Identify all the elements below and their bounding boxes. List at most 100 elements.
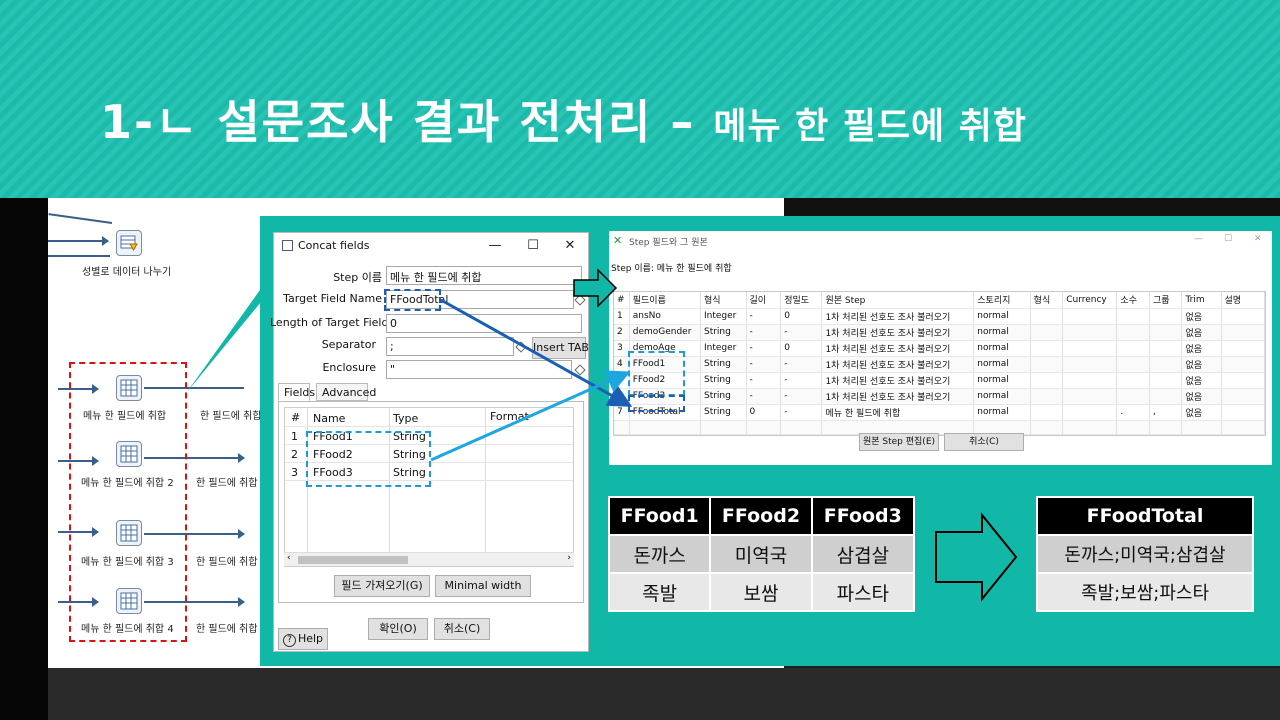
table-header-cell[interactable]: 형식	[700, 292, 747, 309]
table-header-row: # 필드이름 형식 길이 정밀도 원본 Step 스토리지 형식 Currency 소수 그룹 Tri…	[614, 292, 1266, 309]
tab-fields[interactable]: Fields	[278, 383, 315, 401]
table-cell	[1030, 324, 1064, 341]
insert-tab-button[interactable]: Insert TAB	[532, 337, 589, 359]
get-fields-button[interactable]: 필드 가져오기(G)	[334, 575, 430, 597]
step-name-input[interactable]: 메뉴 한 필드에 취합	[386, 266, 582, 285]
maximize-icon[interactable]: ☐	[1224, 234, 1232, 244]
table-cell: 없음	[1181, 372, 1222, 389]
scroll-left-icon[interactable]: ‹	[287, 553, 291, 563]
edit-source-step-button[interactable]: 원본 Step 편집(E)	[859, 433, 939, 451]
table-cell: 0	[746, 404, 782, 421]
grid-header: Name	[313, 412, 346, 425]
table-row[interactable]: 7 FFoodTotal String 0- 메뉴 한 필드에 취합 normal., 없음	[614, 404, 1266, 421]
help-button[interactable]: ? Help	[278, 628, 328, 650]
table-cell: normal	[973, 388, 1031, 405]
grid-row-num: 3	[291, 466, 298, 479]
table-cell	[1149, 356, 1183, 373]
table-header-cell[interactable]: 소수	[1116, 292, 1150, 309]
table-header-cell[interactable]: 필드이름	[629, 292, 701, 309]
table-cell: -	[780, 388, 823, 405]
table-cell: 1	[614, 308, 630, 325]
table-cell: String	[700, 324, 747, 341]
maximize-icon[interactable]: ☐	[524, 237, 542, 255]
table-cell	[1030, 308, 1064, 325]
after-table: FFoodTotal 돈까스;미역국;삼겹살 족발;보쌈;파스타	[1036, 496, 1254, 612]
scroll-right-icon[interactable]: ›	[567, 553, 571, 563]
table-cell: -	[780, 404, 823, 421]
minimize-icon[interactable]: —	[1194, 234, 1203, 244]
length-input[interactable]: 0	[386, 314, 582, 333]
grid-header: #	[291, 411, 301, 424]
table-cell: 1차 처리된 선호도 조사 불러오기	[821, 372, 975, 389]
after-cell: 족발;보쌈;파스타	[1036, 572, 1254, 612]
table-header-cell[interactable]: Currency	[1062, 292, 1118, 309]
dialog-title: Concat fields	[298, 239, 370, 252]
enclosure-input[interactable]: "	[386, 360, 572, 379]
table-header-cell[interactable]: #	[614, 292, 630, 309]
table-cell: 6	[614, 388, 630, 405]
table-cell: 없음	[1181, 404, 1222, 421]
table-row[interactable]: 6 FFood3 String - -1차 처리된 선호도 조사 불러오기 normal 없…	[614, 388, 1266, 405]
table-body: 1 ansNo Integer -0 1차 처리된 선호도 조사 불러오기 normal 없…	[614, 308, 1266, 435]
close-icon[interactable]: ✕	[561, 237, 579, 255]
table-cell: normal	[973, 340, 1031, 357]
switch-case-step-icon[interactable]	[116, 230, 142, 256]
variable-icon	[574, 364, 586, 376]
table-header-cell[interactable]: 정밀도	[780, 292, 823, 309]
table-cell: -	[746, 308, 782, 325]
slide-title: 1-ㄴ 설문조사 결과 전처리 – 메뉴 한 필드에 취합	[100, 86, 1027, 152]
table-row[interactable]: 4 FFood1 String - -1차 처리된 선호도 조사 불러오기 normal 없…	[614, 356, 1266, 373]
table-header-cell[interactable]: Trim	[1181, 292, 1222, 309]
scrollbar-thumb[interactable]	[298, 556, 408, 564]
grid-header: Format	[490, 410, 529, 423]
tab-advanced[interactable]: Advanced	[316, 383, 376, 401]
table-cell	[1221, 404, 1266, 421]
table-cell	[1221, 388, 1266, 405]
after-header: FFoodTotal	[1036, 496, 1254, 536]
hop-line	[48, 255, 110, 257]
table-cell: 없음	[1181, 324, 1222, 341]
table-cell	[1062, 404, 1118, 421]
table-cell	[1149, 308, 1183, 325]
table-cell: -	[746, 372, 782, 389]
table-cell: .	[1116, 404, 1150, 421]
table-header-cell[interactable]: 스토리지	[973, 292, 1031, 309]
table-header-cell[interactable]: 길이	[746, 292, 782, 309]
before-cell: 보쌈	[709, 572, 813, 612]
ffood-rows-highlight	[628, 351, 685, 396]
table-cell: 4	[614, 356, 630, 373]
table-cell: Integer	[700, 340, 747, 357]
table-cell	[1149, 372, 1183, 389]
table-row[interactable]: 5 FFood2 String - -1차 처리된 선호도 조사 불러오기 normal 없…	[614, 372, 1266, 389]
minimize-icon[interactable]: —	[486, 237, 504, 255]
table-cell: 없음	[1181, 308, 1222, 325]
table-row[interactable]: 1 ansNo Integer -0 1차 처리된 선호도 조사 불러오기 normal 없…	[614, 308, 1266, 325]
table-header-cell[interactable]: 형식	[1030, 292, 1064, 309]
bottom-dark-band	[48, 668, 1280, 720]
after-cell: 돈까스;미역국;삼겹살	[1036, 534, 1254, 574]
table-cell: Integer	[700, 308, 747, 325]
table-header-cell[interactable]: 설명	[1221, 292, 1266, 309]
before-header: FFood3	[810, 496, 916, 536]
cancel-button[interactable]: 취소(C)	[944, 433, 1024, 451]
table-cell	[1221, 308, 1266, 325]
table-header-cell[interactable]: 그룹	[1149, 292, 1183, 309]
table-row[interactable]: 3 demoAge Integer -0 1차 처리된 선호도 조사 불러오기 norma…	[614, 340, 1266, 357]
table-cell	[1062, 324, 1118, 341]
before-header: FFood2	[709, 496, 813, 536]
help-icon: ?	[282, 634, 296, 647]
ok-button[interactable]: 확인(O)	[368, 618, 428, 640]
table-cell: ansNo	[629, 308, 701, 325]
separator-input[interactable]: ;	[386, 337, 514, 356]
minimal-width-button[interactable]: Minimal width	[435, 575, 531, 597]
cancel-button[interactable]: 취소(C)	[434, 618, 490, 640]
enclosure-label: Enclosure	[322, 361, 376, 374]
table-cell: 1차 처리된 선호도 조사 불러오기	[821, 340, 975, 357]
table-header-cell[interactable]: 원본 Step	[821, 292, 975, 309]
close-icon[interactable]: ✕	[1254, 234, 1262, 244]
variable-icon	[515, 341, 527, 353]
grid-horizontal-scrollbar[interactable]: ‹ ›	[284, 552, 574, 566]
hop-line	[48, 213, 113, 224]
table-row[interactable]: 2 demoGender String - -1차 처리된 선호도 조사 불러오기 nor…	[614, 324, 1266, 341]
table-cell: 메뉴 한 필드에 취합	[821, 404, 975, 421]
